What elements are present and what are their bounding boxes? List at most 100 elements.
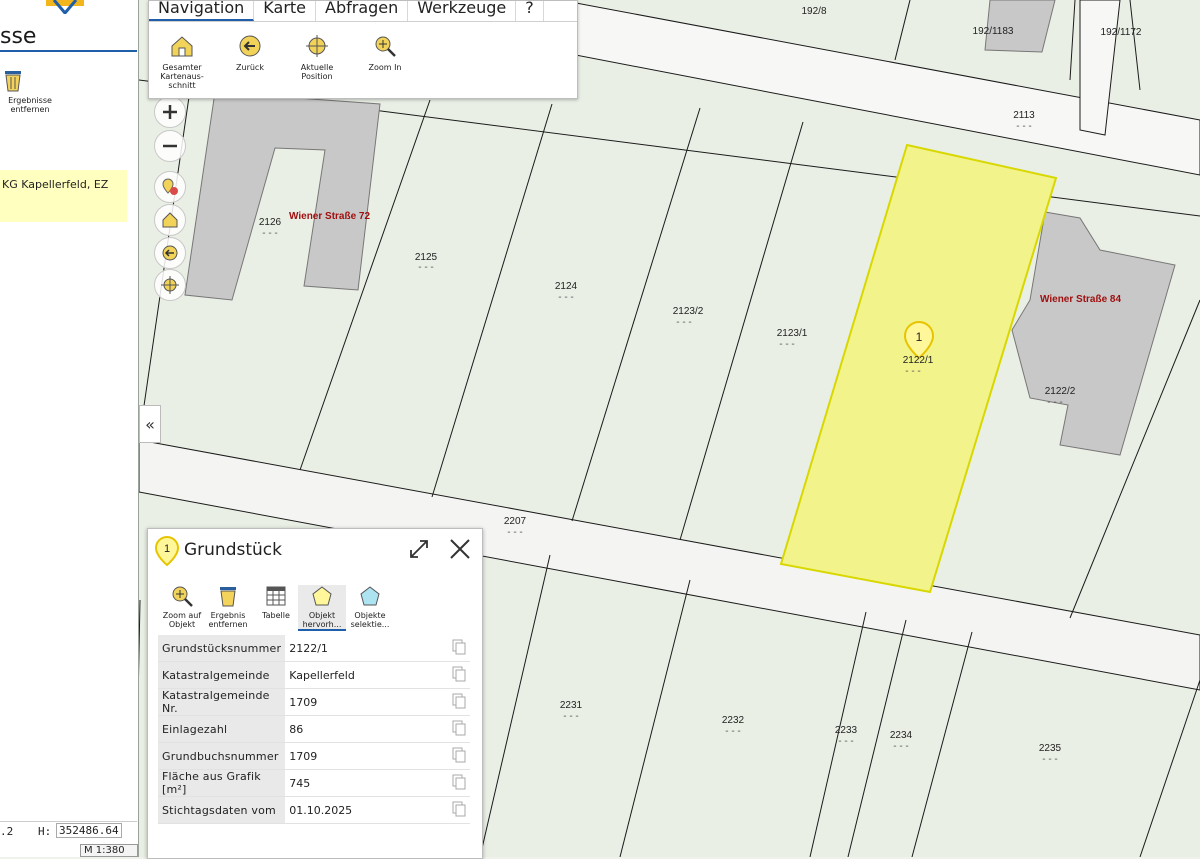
parcel-2113: 2113 (1013, 110, 1035, 121)
back-label: Zurück (236, 63, 264, 72)
current-position-button[interactable] (154, 269, 186, 301)
title-divider (0, 50, 137, 52)
svg-text:- - -: - - - (563, 711, 579, 722)
select-objects-button[interactable]: Objekte selektie... (346, 585, 394, 629)
svg-text:- - -: - - - (1016, 121, 1032, 132)
table-row: Katastralgemeinde Nr. 1709 (158, 688, 470, 716)
marker-icon: 1 (154, 535, 180, 567)
copy-icon[interactable] (442, 715, 470, 743)
panel-title: Grundstück (184, 540, 282, 560)
parcel-2123-2: 2123/2 (673, 306, 704, 317)
coord-x-value: .2 (0, 825, 14, 838)
full-extent-button[interactable] (154, 204, 186, 236)
zoom-out-map-button[interactable] (154, 130, 186, 162)
remove-location-icon (162, 178, 178, 195)
parcel-2234: 2234 (890, 730, 913, 741)
remove-result-button[interactable]: Ergebnis entfernen (204, 585, 252, 629)
parcel-2235: 2235 (1039, 743, 1062, 754)
highlight-icon (312, 586, 332, 606)
svg-text:- - -: - - - (1047, 397, 1063, 408)
trash-icon[interactable] (2, 68, 24, 92)
parcel-2124: 2124 (555, 281, 578, 292)
zoom-to-object-label: Zoom auf Objekt (162, 611, 202, 629)
highlight-object-button[interactable]: Objekt hervorh... (298, 585, 346, 631)
collapse-panel-button[interactable]: « (139, 405, 161, 443)
zoom-in-tool[interactable]: Zoom In (352, 35, 418, 72)
coordinate-readout: .2 H: 352486.64 (0, 821, 137, 842)
tab-help[interactable]: ? (516, 0, 544, 21)
parcel-192-1172: 192/1172 (1101, 27, 1142, 38)
table-row: Einlagezahl 86 (158, 715, 470, 743)
parcel-2233: 2233 (835, 725, 858, 736)
parcel-192-8: 192/8 (801, 6, 826, 17)
svg-text:- - -: - - - (725, 726, 741, 737)
current-position-tool[interactable]: Aktuelle Position (284, 35, 350, 81)
parcel-2126: 2126 (259, 217, 282, 228)
parcel-2122-1: 2122/1 (903, 355, 934, 366)
parcel-2122-2: 2122/2 (1045, 386, 1076, 397)
svg-text:- - -: - - - (893, 741, 909, 752)
copy-icon[interactable] (442, 796, 470, 824)
svg-text:- - -: - - - (418, 262, 434, 273)
back-tool[interactable]: Zurück (217, 35, 283, 72)
parcel-2207: 2207 (504, 516, 527, 527)
back-icon (162, 245, 178, 261)
tab-karte[interactable]: Karte (254, 0, 317, 21)
table-row: Grundbuchsnummer 1709 (158, 742, 470, 770)
trash-icon (220, 587, 236, 607)
table-row: Grundstücksnummer 2122/1 (158, 635, 470, 662)
svg-text:- - -: - - - (779, 339, 795, 350)
panel-title: sse (0, 24, 37, 49)
zoom-to-object-button[interactable]: Zoom auf Objekt (158, 585, 206, 629)
svg-text:- - -: - - - (558, 292, 574, 303)
back-button[interactable] (154, 237, 186, 269)
expand-icon[interactable] (409, 539, 429, 559)
zoom-in-label: Zoom In (368, 63, 402, 72)
parcel-2123-1: 2123/1 (777, 328, 808, 339)
parcel-info-panel: 1 Grundstück Zoom auf Objekt Ergebnis en… (147, 528, 483, 859)
zoom-icon (172, 586, 193, 607)
zoom-in-icon (375, 36, 396, 57)
svg-text:- - -: - - - (262, 228, 278, 239)
attribute-value: 1709 (285, 742, 442, 770)
address-label-84: Wiener Straße 84 (1040, 294, 1121, 305)
navigation-toolbar: Navigation Karte Abfragen Werkzeuge ? Ge… (148, 0, 578, 99)
copy-icon[interactable] (442, 635, 470, 662)
full-extent-label: Gesamter Kartenaus-schnitt (160, 63, 204, 90)
svg-text:- - -: - - - (676, 317, 692, 328)
copy-icon[interactable] (442, 742, 470, 770)
tab-navigation[interactable]: Navigation (149, 0, 255, 21)
back-icon (239, 35, 261, 57)
select-objects-label: Objekte selektie... (350, 611, 390, 629)
attribute-key: Einlagezahl (158, 715, 286, 743)
full-extent-tool[interactable]: Gesamter Kartenaus-schnitt (149, 35, 215, 90)
tab-abfragen[interactable]: Abfragen (316, 0, 409, 21)
svg-text:- - -: - - - (1042, 754, 1058, 765)
map-marker-number: 1 (916, 330, 923, 344)
remove-results-label[interactable]: Ergebnisse entfernen (0, 96, 60, 114)
close-icon[interactable] (449, 538, 471, 560)
copy-icon[interactable] (442, 688, 470, 716)
attribute-key: Katastralgemeinde Nr. (158, 688, 286, 716)
table-row: Fläche aus Grafik [m²] 745 (158, 769, 470, 797)
attribute-value: 1709 (285, 688, 442, 716)
table-row: Katastralgemeinde Kapellerfeld (158, 661, 470, 689)
attribute-value: 2122/1 (285, 635, 442, 662)
search-result-item[interactable]: KG Kapellerfeld, EZ (0, 170, 127, 222)
zoom-in-map-button[interactable] (154, 96, 186, 128)
copy-icon[interactable] (442, 661, 470, 689)
plus-icon (163, 105, 177, 119)
table-icon (266, 586, 286, 606)
attribute-key: Stichtagsdaten vom (158, 796, 286, 824)
tab-werkzeuge[interactable]: Werkzeuge (408, 0, 517, 21)
table-button[interactable]: Tabelle (252, 585, 300, 620)
copy-icon[interactable] (442, 769, 470, 797)
home-icon (162, 212, 178, 228)
attribute-key: Fläche aus Grafik [m²] (158, 769, 286, 797)
svg-text:- - -: - - - (905, 366, 921, 377)
address-label-72: Wiener Straße 72 (289, 211, 370, 222)
table-label: Tabelle (262, 611, 290, 620)
remove-marker-button[interactable] (154, 171, 186, 203)
attribute-value: 86 (285, 715, 442, 743)
attribute-value: Kapellerfeld (285, 661, 442, 689)
